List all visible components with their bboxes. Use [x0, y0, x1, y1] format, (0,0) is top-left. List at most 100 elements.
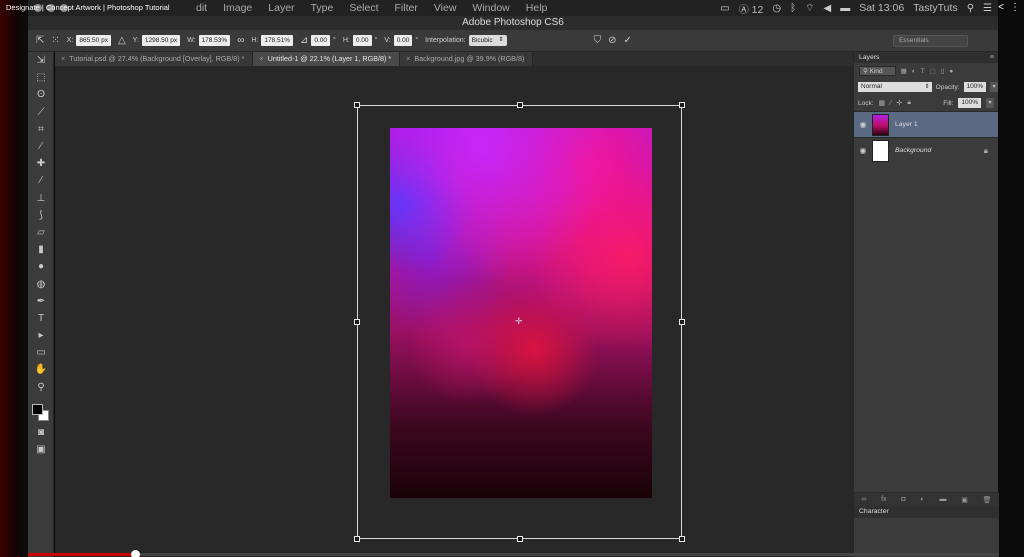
cancel-transform-button[interactable]: ⊘	[608, 35, 616, 46]
tool-preset[interactable]: ⇱	[36, 35, 44, 46]
marquee-tool[interactable]: ⬚	[28, 69, 54, 86]
transform-handle-top-right[interactable]	[679, 102, 685, 108]
filter-toggle-icon[interactable]: ●	[949, 68, 953, 75]
transform-handle-bottom-right[interactable]	[679, 536, 685, 542]
layer-row-layer-1[interactable]: ◉ Layer 1	[854, 111, 998, 137]
quick-select-tool[interactable]: ⟋	[28, 104, 54, 121]
crop-tool[interactable]: ⌗	[28, 121, 54, 138]
eyedropper-tool[interactable]: ⁄	[28, 138, 54, 155]
commit-transform-button[interactable]: ✓	[624, 35, 632, 46]
layers-panel-header[interactable]: Layers ≡	[854, 52, 998, 63]
share-icon[interactable]: <	[998, 2, 1004, 13]
vskew-input[interactable]: 0.00	[393, 35, 413, 46]
screen-mode-button[interactable]: ▣	[28, 441, 54, 458]
hskew-input[interactable]: 0.00	[352, 35, 372, 46]
character-panel-header[interactable]: Character	[854, 506, 999, 518]
warp-toggle[interactable]: ⛉	[594, 35, 602, 46]
visibility-eye-icon[interactable]: ◉	[854, 120, 872, 129]
volume-icon[interactable]: ◀	[824, 3, 832, 14]
close-icon[interactable]: ×	[61, 54, 65, 63]
menu-edit[interactable]: dit	[188, 0, 215, 16]
path-select-tool[interactable]: ▸	[28, 327, 54, 344]
x-input[interactable]: 865.50 px	[76, 35, 111, 46]
filter-kind-select[interactable]: ⚲ Kind	[859, 66, 896, 76]
user-name[interactable]: TastyTuts	[913, 2, 958, 14]
healing-tool[interactable]: ✚	[28, 155, 54, 172]
new-layer-icon[interactable]: ▣	[961, 496, 968, 504]
zoom-tool[interactable]: ⚲	[28, 379, 54, 396]
opacity-slider-toggle[interactable]: ▾	[990, 82, 998, 92]
transform-center-icon[interactable]: ✛	[515, 316, 523, 327]
blend-mode-select[interactable]: Normal	[858, 82, 932, 92]
filter-smart-object-icon[interactable]: ▯	[941, 67, 945, 75]
angle-input[interactable]: 0.00	[311, 35, 331, 46]
dodge-tool[interactable]: ◍	[28, 275, 54, 292]
brush-tool[interactable]: ∕	[28, 172, 54, 189]
blur-tool[interactable]: ●	[28, 258, 54, 275]
menu-image[interactable]: Image	[215, 0, 260, 16]
adjustment-layer-icon[interactable]: ◐	[920, 496, 924, 503]
lock-position-icon[interactable]: ✛	[896, 99, 902, 107]
y-input[interactable]: 1298.50 px	[141, 35, 181, 46]
lock-transparent-icon[interactable]: ▦	[879, 99, 886, 107]
type-tool[interactable]: T	[28, 310, 54, 327]
video-progress-bar[interactable]	[28, 553, 998, 556]
opacity-input[interactable]: 100%	[963, 82, 987, 92]
transform-handle-bottom[interactable]	[517, 536, 523, 542]
bluetooth-icon[interactable]: ᛒ	[790, 3, 796, 14]
filter-type-icon[interactable]: T	[921, 68, 925, 75]
menu-layer[interactable]: Layer	[260, 0, 302, 16]
layer-style-icon[interactable]: fx	[881, 496, 886, 503]
add-mask-icon[interactable]: ◘	[901, 496, 905, 503]
shape-tool[interactable]: ▭	[28, 344, 54, 361]
workspace-switcher[interactable]: Essentials	[893, 35, 968, 47]
camera-icon[interactable]: ▭	[720, 3, 729, 14]
tab-background-jpg[interactable]: × Background.jpg @ 39.9% (RGB/8)	[400, 52, 534, 66]
lock-all-icon[interactable]: 🔒︎	[907, 99, 911, 107]
visibility-eye-icon[interactable]: ◉	[854, 146, 872, 155]
layer-row-background[interactable]: ◉ Background 🔒︎	[854, 137, 998, 163]
wifi-icon[interactable]: ⌔	[805, 2, 814, 15]
w-input[interactable]: 178.53%	[198, 35, 231, 46]
stamp-tool[interactable]: ⊥	[28, 190, 54, 207]
fill-input[interactable]: 100%	[958, 98, 981, 108]
menu-view[interactable]: View	[426, 0, 465, 16]
menu-type[interactable]: Type	[303, 0, 342, 16]
menu-window[interactable]: Window	[464, 0, 517, 16]
spotlight-search-icon[interactable]: ⚲	[967, 3, 974, 14]
hand-tool[interactable]: ✋	[28, 361, 54, 378]
h-input[interactable]: 178.51%	[261, 35, 293, 46]
move-tool[interactable]: ⇲	[28, 52, 54, 69]
foreground-color-swatch[interactable]	[32, 403, 43, 415]
transform-handle-top-left[interactable]	[354, 102, 360, 108]
notification-list-icon[interactable]: ☰	[983, 3, 992, 14]
history-brush-tool[interactable]: ⟆	[28, 207, 54, 224]
video-scrubber-handle[interactable]	[131, 550, 140, 557]
menu-select[interactable]: Select	[341, 0, 386, 16]
link-aspect-toggle[interactable]: ∞	[237, 35, 244, 46]
transform-handle-right[interactable]	[679, 319, 685, 325]
interpolation-select[interactable]: Bicubic	[468, 35, 507, 46]
tab-untitled-1[interactable]: × Untitled-1 @ 22.1% (Layer 1, RGB/8) *	[253, 52, 401, 66]
close-icon[interactable]: ×	[406, 54, 410, 63]
more-options-icon[interactable]: ⋮	[1010, 2, 1020, 13]
transform-handle-top[interactable]	[517, 102, 523, 108]
canvas-area[interactable]: ✛	[55, 66, 853, 557]
fill-slider-toggle[interactable]: ▾	[986, 98, 994, 108]
lasso-tool[interactable]: ʘ	[28, 86, 54, 103]
filter-adjustment-icon[interactable]: ◐	[912, 68, 916, 75]
flag-count[interactable]: Ⓐ 12	[739, 1, 764, 16]
quick-mask-button[interactable]: ◙	[28, 424, 54, 441]
transform-handle-bottom-left[interactable]	[354, 536, 360, 542]
time-machine-icon[interactable]: ◷	[772, 3, 781, 14]
pen-tool[interactable]: ✒	[28, 293, 54, 310]
relative-position-toggle[interactable]: △	[118, 35, 126, 46]
delete-layer-icon[interactable]: 🗑︎	[983, 496, 992, 504]
close-icon[interactable]: ×	[259, 54, 263, 63]
tab-tutorial-psd[interactable]: × Tutorial.psd @ 27.4% (Background [Overl…	[55, 52, 254, 66]
transform-handle-left[interactable]	[354, 319, 360, 325]
clock[interactable]: Sat 13:06	[859, 2, 904, 14]
filter-shape-icon[interactable]: ⬚	[930, 67, 936, 75]
link-layers-icon[interactable]: ∞	[861, 496, 866, 503]
filter-pixel-icon[interactable]: ▦	[901, 67, 907, 75]
